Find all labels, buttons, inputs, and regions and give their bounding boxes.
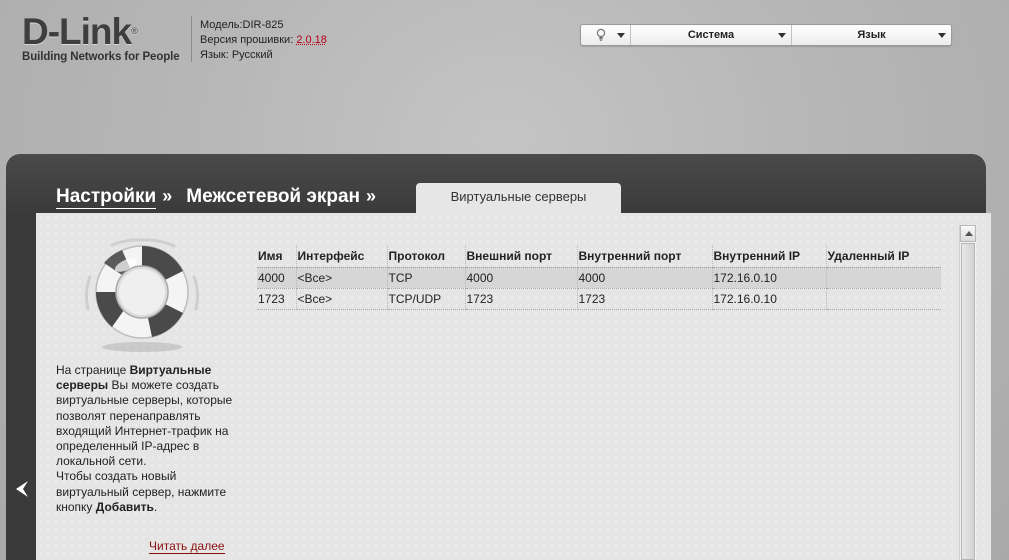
lightbulb-icon [596, 28, 606, 45]
virtual-servers-table: Имя Интерфейс Протокол Внешний порт Внут… [257, 245, 941, 310]
cell-name: 1723 [257, 288, 297, 310]
top-menu-bar: Система Язык [580, 24, 952, 46]
dlink-logo: D-Link® Building Networks for People [22, 13, 182, 63]
device-info: Модель:DIR-825 Версия прошивки: 2.0.18 Я… [200, 18, 327, 63]
cell-external-port: 4000 [465, 267, 578, 289]
breadcrumb-settings[interactable]: Настройки [56, 186, 157, 209]
column-header-protocol: Протокол [387, 245, 466, 268]
breadcrumb-separator: » [366, 186, 377, 206]
cell-remote-ip [826, 267, 941, 289]
scroll-up-button[interactable] [960, 225, 976, 242]
cell-internal-ip: 172.16.0.10 [712, 267, 827, 289]
language-line: Язык: Русский [200, 49, 273, 61]
cell-internal-port: 4000 [577, 267, 713, 289]
cell-name: 4000 [257, 267, 297, 289]
column-header-interface: Интерфейс [296, 245, 388, 268]
breadcrumb-separator: » [162, 186, 173, 206]
read-more-link[interactable]: Читать далее [149, 540, 225, 554]
cell-interface: <Все> [296, 267, 388, 289]
help-text: На странице Виртуальные серверы Вы может… [56, 363, 233, 514]
hints-button[interactable] [581, 25, 631, 45]
cell-internal-port: 1723 [577, 288, 713, 310]
system-menu-label: Система [687, 29, 735, 41]
table-header-row: Имя Интерфейс Протокол Внешний порт Внут… [257, 245, 941, 268]
chevron-down-icon [778, 33, 786, 38]
column-header-internal-port: Внутренний порт [577, 245, 713, 268]
column-header-remote-ip: Удаленный IP [826, 245, 941, 268]
cell-remote-ip [826, 288, 941, 310]
table-row[interactable]: 4000 <Все> TCP 4000 4000 172.16.0.10 [257, 267, 941, 289]
breadcrumb-firewall[interactable]: Межсетевой экран [186, 186, 360, 208]
chevron-down-icon [938, 33, 946, 38]
system-menu-button[interactable]: Система [631, 25, 792, 45]
language-menu-button[interactable]: Язык [792, 25, 951, 45]
cell-external-port: 1723 [465, 288, 578, 310]
logo-wordmark: D-Link® [22, 11, 138, 52]
cell-internal-ip: 172.16.0.10 [712, 288, 827, 310]
table-row[interactable]: 1723 <Все> TCP/UDP 1723 1723 172.16.0.10 [257, 288, 941, 310]
header-divider [191, 16, 192, 62]
column-header-name: Имя [257, 245, 297, 268]
cell-protocol: TCP/UDP [387, 288, 466, 310]
vertical-scrollbar[interactable] [959, 225, 976, 560]
column-header-internal-ip: Внутренний IP [712, 245, 827, 268]
firmware-version-link[interactable]: 2.0.18 [296, 34, 327, 46]
scrollbar-thumb[interactable] [961, 243, 975, 560]
model-line: Модель:DIR-825 [200, 19, 284, 31]
language-menu-label: Язык [857, 29, 886, 41]
column-header-external-port: Внешний порт [465, 245, 578, 268]
cell-interface: <Все> [296, 288, 388, 310]
lifebuoy-icon [84, 238, 200, 352]
tab-virtual-servers[interactable]: Виртуальные серверы [416, 183, 621, 214]
logo-tagline: Building Networks for People [22, 51, 180, 63]
cell-protocol: TCP [387, 267, 466, 289]
chevron-down-icon [617, 33, 625, 38]
firmware-line: Версия прошивки: 2.0.18 [200, 34, 327, 46]
back-arrow-icon[interactable] [14, 480, 30, 498]
breadcrumb: Настройки » Межсетевой экран » [56, 186, 390, 209]
